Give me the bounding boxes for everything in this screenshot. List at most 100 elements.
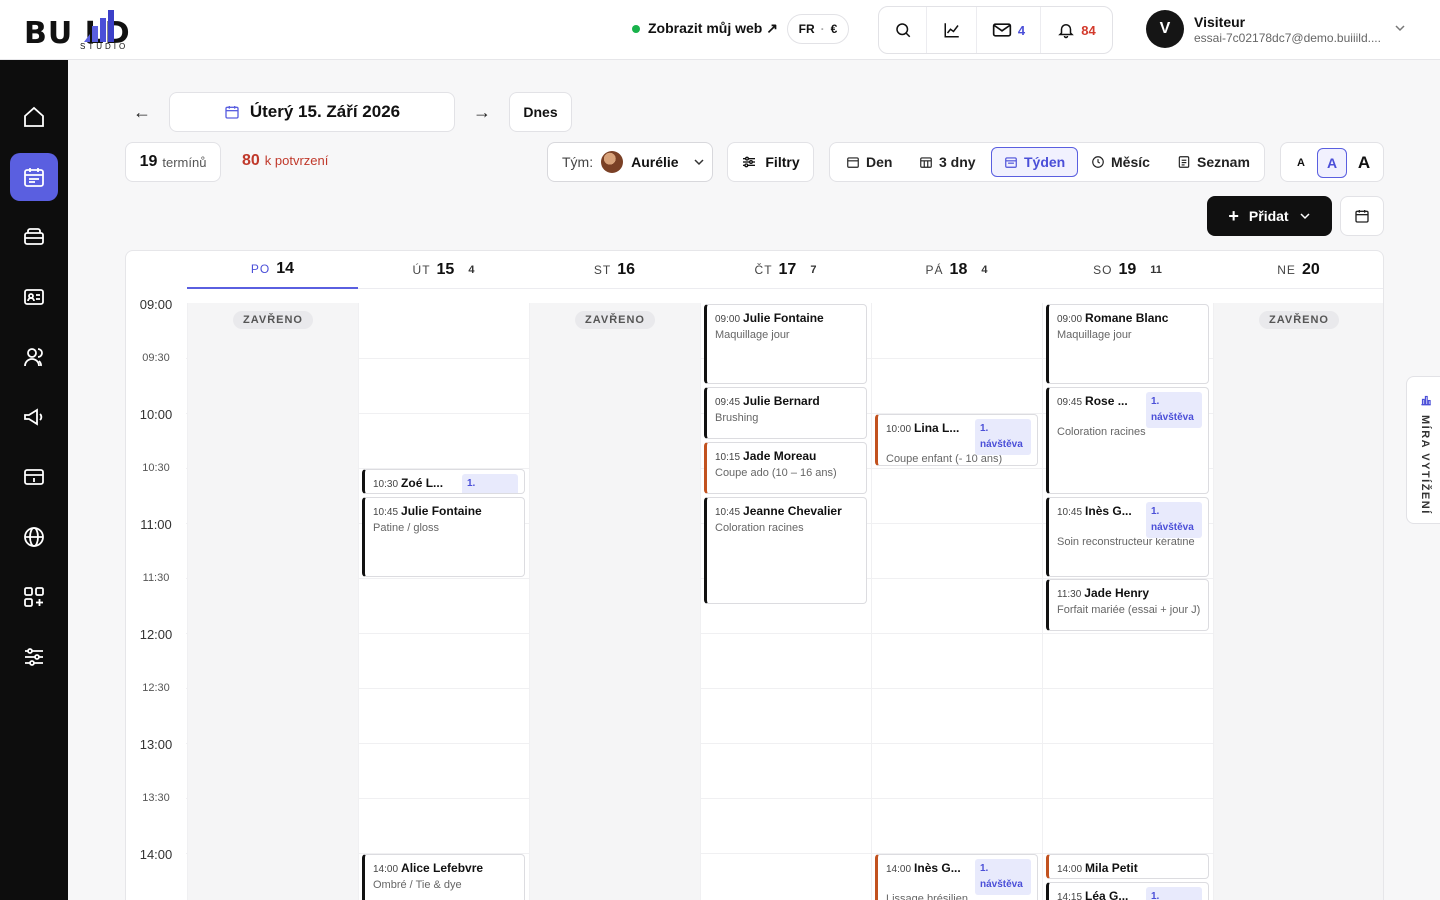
sidebar-item-home[interactable] (10, 93, 58, 141)
appointment-card[interactable]: 09:45 Julie Bernard Brushing (704, 386, 867, 439)
sidebar-item-payments[interactable] (10, 453, 58, 501)
client-name: Julie Fontaine (401, 503, 482, 518)
day-header[interactable]: PÁ 18 4 (871, 251, 1042, 289)
day-column[interactable]: ZAVŘENO (1213, 303, 1383, 900)
sidebar-item-team[interactable] (10, 333, 58, 381)
calendar-icon (225, 106, 239, 119)
text-size-medium[interactable]: A (1317, 148, 1347, 178)
add-button[interactable]: + Přidat (1207, 196, 1332, 236)
sidebar-item-marketing[interactable] (10, 393, 58, 441)
previous-week-button[interactable]: ← (133, 102, 151, 123)
day-header[interactable]: NE 20 (1213, 251, 1383, 289)
appointment-card[interactable]: 11:30 Jade Henry Forfait mariée (essai + j… (1046, 579, 1209, 631)
first-visit-badge: 1. návštěva (1146, 501, 1202, 538)
tab-list[interactable]: Seznam (1165, 147, 1262, 177)
appointment-card[interactable]: 14:00 Inès G... 1. návštěva Lissage brésili… (875, 854, 1038, 900)
sliders-icon (25, 648, 43, 666)
service-name: Ombré / Tie & dye (373, 879, 462, 891)
first-visit-badge: 1. návštěva (975, 419, 1031, 455)
first-visit-badge: 1. návštěva (1146, 391, 1202, 428)
day-name: PÁ (925, 262, 944, 277)
appointment-card[interactable]: 09:00 Julie Fontaine Maquillage jour (704, 304, 867, 384)
show-website-link[interactable]: Zobrazit můj web ↗ (632, 20, 778, 37)
stats-button[interactable] (927, 7, 977, 53)
language-label: FR (798, 22, 815, 36)
appointment-card[interactable]: 10:45 Jeanne Chevalier Coloration racines (704, 496, 867, 604)
appointment-card[interactable]: 10:45 Inès G... 1. návštěva Soin reconstruc… (1046, 496, 1209, 577)
sidebar-item-settings[interactable] (10, 633, 58, 681)
day-appointment-count: 4 (981, 263, 988, 276)
appointment-card[interactable]: 14:15Léa G... 1. návštěva (1046, 881, 1209, 900)
contact-card-icon (24, 289, 44, 305)
service-name: Patine / gloss (373, 521, 440, 534)
client-name: Inès G... (914, 861, 961, 875)
date-picker[interactable]: Úterý 15. Září 2026 (169, 92, 455, 132)
day-header[interactable]: PO 14 (187, 251, 358, 289)
day-header[interactable]: ST 16 (529, 251, 700, 289)
pending-confirmations-link[interactable]: 80 k potvrzení (242, 152, 328, 170)
text-size-switcher: A A A (1280, 142, 1384, 182)
notifications-button[interactable]: 84 (1041, 7, 1112, 53)
appointment-card[interactable]: 09:00 Romane Blanc Maquillage jour (1046, 304, 1209, 384)
register-icon (24, 469, 44, 485)
sidebar-item-clients[interactable] (10, 273, 58, 321)
appointment-card[interactable]: 14:00 Alice Lefebvre Ombré / Tie & dye (362, 854, 525, 900)
day-header[interactable]: SO 19 11 (1042, 251, 1213, 289)
time-label: 14:00 (139, 847, 173, 862)
day-column[interactable] (871, 303, 1042, 900)
language-currency-switch[interactable]: FR · € (787, 14, 849, 44)
tab-3-days[interactable]: 3 dny (907, 147, 988, 177)
tab-month[interactable]: Měsíc (1079, 147, 1162, 177)
user-email: essai-7c02178dc7@demo.buiiild.... (1194, 31, 1381, 45)
client-name: Julie Fontaine (743, 311, 824, 325)
appointment-time: 14:00 (373, 864, 399, 875)
home-icon (24, 106, 44, 127)
user-menu[interactable]: V Visiteur essai-7c02178dc7@demo.buiiild… (1146, 10, 1416, 50)
mail-count: 4 (1017, 22, 1026, 38)
day-header[interactable]: ÚT 15 4 (358, 251, 529, 289)
appointment-card[interactable]: 09:45 Rose ... 1. návštěva Coloration racin… (1046, 386, 1209, 494)
first-visit-badge: 1. návštěva (1146, 886, 1202, 900)
appointment-card[interactable]: 10:45 Julie Fontaine Patine / gloss (362, 496, 525, 577)
day-column[interactable] (358, 303, 529, 900)
day-column[interactable]: ZAVŘENO (529, 303, 700, 900)
sidebar-item-calendar[interactable] (10, 153, 58, 201)
appointment-card[interactable]: 10:15 Jade Moreau Coupe ado (10 – 16 ans) (704, 441, 867, 494)
logo[interactable]: BU LD STUDIO (24, 8, 184, 52)
chart-line-icon (944, 23, 959, 38)
team-select[interactable]: Tým: Aurélie (547, 142, 713, 182)
tab-list-label: Seznam (1197, 154, 1250, 170)
sidebar-item-services[interactable] (10, 213, 58, 261)
filter-sliders-icon (743, 156, 756, 168)
occupancy-rate-tab[interactable]: MÍRA VYTÍŽENÍ (1406, 376, 1440, 524)
calendar-export-button[interactable] (1340, 196, 1384, 236)
appointments-count-label: termínů (162, 154, 207, 170)
client-name: Romane Blanc (1085, 311, 1169, 325)
text-size-small[interactable]: A (1286, 148, 1316, 178)
next-week-button[interactable]: → (473, 102, 491, 123)
filters-button[interactable]: Filtry (727, 142, 814, 182)
appointment-time: 10:45 (373, 506, 399, 518)
calendar-icon (1355, 210, 1369, 223)
sidebar-item-apps[interactable] (10, 573, 58, 621)
client-name: Léa G... (1085, 888, 1129, 900)
appointment-card[interactable]: 10:30Zoé L... 1. návštěva (362, 469, 525, 494)
tab-day[interactable]: Den (834, 147, 904, 177)
top-bar: BU LD STUDIO Zobrazit můj web ↗ FR · € 4 (0, 0, 1440, 60)
time-label: 09:30 (142, 352, 170, 364)
time-label: 11:00 (140, 517, 172, 532)
appointment-card[interactable]: 10:00 Lina L... 1. návštěva Coupe enfant (-… (875, 414, 1038, 466)
today-button[interactable]: Dnes (509, 92, 572, 132)
day-name: NE (1277, 262, 1296, 277)
text-size-large[interactable]: A (1349, 148, 1379, 178)
tab-week[interactable]: Týden (991, 147, 1079, 177)
appointment-card[interactable]: 14:00 Mila Petit (1046, 854, 1209, 879)
day-header[interactable]: ČT 17 7 (700, 251, 871, 289)
sidebar-item-website[interactable] (10, 513, 58, 561)
time-label: 10:00 (139, 407, 173, 422)
separator-dot: · (820, 22, 825, 36)
client-name: Jeanne Chevalier (743, 503, 842, 518)
search-button[interactable] (879, 7, 927, 53)
mail-button[interactable]: 4 (977, 7, 1041, 53)
day-column[interactable]: ZAVŘENO (187, 303, 358, 900)
